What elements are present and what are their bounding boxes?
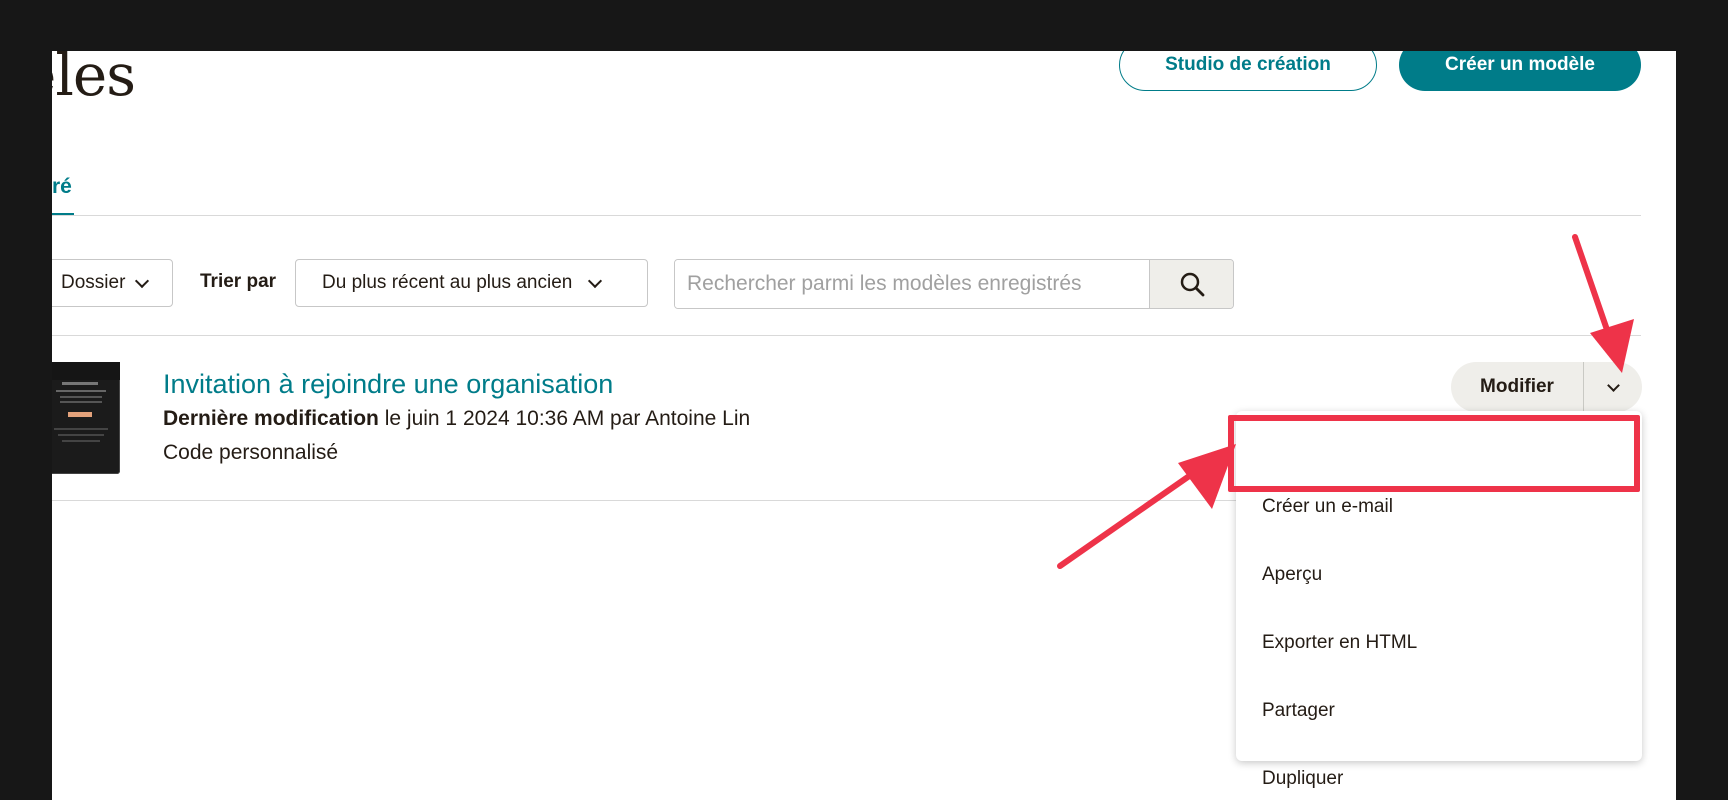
annotation-arrow-right	[1057, 444, 1236, 569]
annotation-arrows	[1057, 234, 1634, 569]
page-canvas: odèles Studio de création Créer un modèl…	[52, 51, 1676, 800]
annotation-arrow-down	[1572, 234, 1634, 373]
